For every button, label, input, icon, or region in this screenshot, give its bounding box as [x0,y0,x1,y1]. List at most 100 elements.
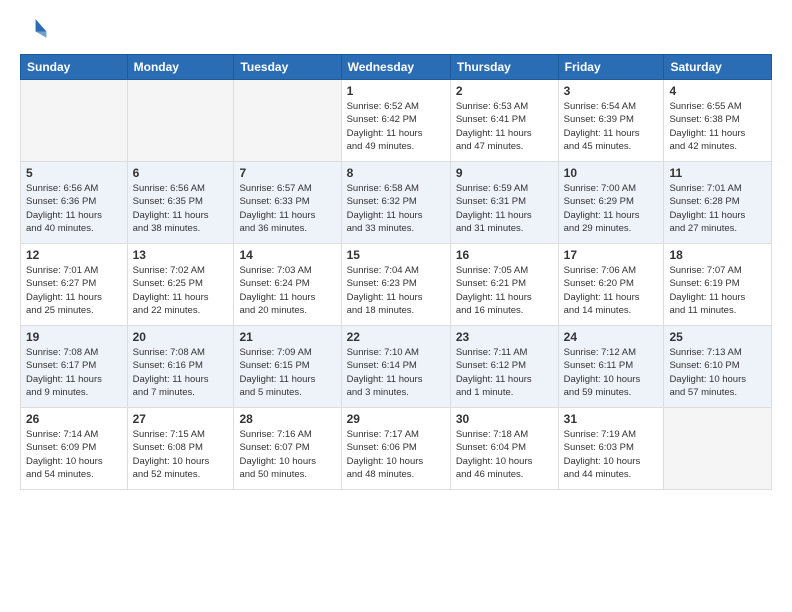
day-info: Sunrise: 7:18 AM Sunset: 6:04 PM Dayligh… [456,428,553,481]
day-info: Sunrise: 6:57 AM Sunset: 6:33 PM Dayligh… [239,182,335,235]
date-number: 3 [564,84,659,98]
calendar-cell: 7 Sunrise: 6:57 AM Sunset: 6:33 PM Daylig… [234,162,341,244]
date-number: 20 [133,330,229,344]
date-number: 6 [133,166,229,180]
calendar-week-2: 5Sunrise: 6:56 AM Sunset: 6:36 PM Daylig… [21,162,772,244]
date-number: 13 [133,248,229,262]
calendar-cell: 29Sunrise: 7:17 AM Sunset: 6:06 PM Dayli… [341,408,450,490]
calendar-cell: 9Sunrise: 6:59 AM Sunset: 6:31 PM Daylig… [450,162,558,244]
date-number: 22 [347,330,445,344]
calendar-cell: 14 Sunrise: 7:03 AM Sunset: 6:24 PM Dayli… [234,244,341,326]
weekday-header-row: SundayMondayTuesdayWednesdayThursdayFrid… [21,55,772,80]
weekday-header-thursday: Thursday [450,55,558,80]
date-number: 15 [347,248,445,262]
day-info: Sunrise: 7:05 AM Sunset: 6:21 PM Dayligh… [456,264,553,317]
page: SundayMondayTuesdayWednesdayThursdayFrid… [0,0,792,612]
day-info: Sunrise: 7:10 AM Sunset: 6:14 PM Dayligh… [347,346,445,399]
date-number: 21 [239,330,335,344]
calendar-cell: 10 Sunrise: 7:00 AM Sunset: 6:29 PM Dayli… [558,162,664,244]
day-info: Sunrise: 7:06 AM Sunset: 6:20 PM Dayligh… [564,264,659,317]
date-number: 19 [26,330,122,344]
logo [20,16,52,44]
calendar-cell: 17 Sunrise: 7:06 AM Sunset: 6:20 PM Dayli… [558,244,664,326]
calendar-cell: 26 Sunrise: 7:14 AM Sunset: 6:09 PM Dayli… [21,408,128,490]
calendar-cell: 27 Sunrise: 7:15 AM Sunset: 6:08 PM Dayli… [127,408,234,490]
calendar-cell: 22 Sunrise: 7:10 AM Sunset: 6:14 PM Dayli… [341,326,450,408]
calendar-cell: 1 Sunrise: 6:52 AM Sunset: 6:42 PM Daylig… [341,80,450,162]
calendar-week-4: 19 Sunrise: 7:08 AM Sunset: 6:17 PM Dayli… [21,326,772,408]
calendar-cell: 11Sunrise: 7:01 AM Sunset: 6:28 PM Dayli… [664,162,772,244]
calendar-cell: 12Sunrise: 7:01 AM Sunset: 6:27 PM Dayli… [21,244,128,326]
date-number: 27 [133,412,229,426]
date-number: 14 [239,248,335,262]
date-number: 30 [456,412,553,426]
day-info: Sunrise: 7:19 AM Sunset: 6:03 PM Dayligh… [564,428,659,481]
calendar-cell [664,408,772,490]
day-info: Sunrise: 7:01 AM Sunset: 6:27 PM Dayligh… [26,264,122,317]
weekday-header-friday: Friday [558,55,664,80]
date-number: 28 [239,412,335,426]
date-number: 18 [669,248,766,262]
day-info: Sunrise: 6:56 AM Sunset: 6:35 PM Dayligh… [133,182,229,235]
date-number: 29 [347,412,445,426]
weekday-header-tuesday: Tuesday [234,55,341,80]
day-info: Sunrise: 6:59 AM Sunset: 6:31 PM Dayligh… [456,182,553,235]
calendar-cell: 4 Sunrise: 6:55 AM Sunset: 6:38 PM Daylig… [664,80,772,162]
calendar-cell: 31Sunrise: 7:19 AM Sunset: 6:03 PM Dayli… [558,408,664,490]
calendar-cell: 2Sunrise: 6:53 AM Sunset: 6:41 PM Daylig… [450,80,558,162]
date-number: 25 [669,330,766,344]
date-number: 5 [26,166,122,180]
day-info: Sunrise: 7:08 AM Sunset: 6:16 PM Dayligh… [133,346,229,399]
weekday-header-wednesday: Wednesday [341,55,450,80]
calendar-week-5: 26 Sunrise: 7:14 AM Sunset: 6:09 PM Dayli… [21,408,772,490]
day-info: Sunrise: 7:09 AM Sunset: 6:15 PM Dayligh… [239,346,335,399]
date-number: 17 [564,248,659,262]
calendar-cell: 20 Sunrise: 7:08 AM Sunset: 6:16 PM Dayli… [127,326,234,408]
calendar-cell [234,80,341,162]
date-number: 10 [564,166,659,180]
day-info: Sunrise: 7:02 AM Sunset: 6:25 PM Dayligh… [133,264,229,317]
calendar-cell: 6 Sunrise: 6:56 AM Sunset: 6:35 PM Daylig… [127,162,234,244]
date-number: 7 [239,166,335,180]
calendar: SundayMondayTuesdayWednesdayThursdayFrid… [20,54,772,490]
calendar-cell: 18 Sunrise: 7:07 AM Sunset: 6:19 PM Dayli… [664,244,772,326]
date-number: 16 [456,248,553,262]
header [20,16,772,44]
day-info: Sunrise: 7:07 AM Sunset: 6:19 PM Dayligh… [669,264,766,317]
weekday-header-saturday: Saturday [664,55,772,80]
day-info: Sunrise: 6:55 AM Sunset: 6:38 PM Dayligh… [669,100,766,153]
calendar-cell: 21 Sunrise: 7:09 AM Sunset: 6:15 PM Dayli… [234,326,341,408]
calendar-cell: 3Sunrise: 6:54 AM Sunset: 6:39 PM Daylig… [558,80,664,162]
day-info: Sunrise: 7:16 AM Sunset: 6:07 PM Dayligh… [239,428,335,481]
date-number: 8 [347,166,445,180]
calendar-cell: 13 Sunrise: 7:02 AM Sunset: 6:25 PM Dayli… [127,244,234,326]
day-info: Sunrise: 7:00 AM Sunset: 6:29 PM Dayligh… [564,182,659,235]
weekday-header-monday: Monday [127,55,234,80]
calendar-cell: 30 Sunrise: 7:18 AM Sunset: 6:04 PM Dayli… [450,408,558,490]
calendar-cell: 5Sunrise: 6:56 AM Sunset: 6:36 PM Daylig… [21,162,128,244]
weekday-header-sunday: Sunday [21,55,128,80]
day-info: Sunrise: 7:04 AM Sunset: 6:23 PM Dayligh… [347,264,445,317]
calendar-week-1: 1 Sunrise: 6:52 AM Sunset: 6:42 PM Daylig… [21,80,772,162]
calendar-cell: 16 Sunrise: 7:05 AM Sunset: 6:21 PM Dayli… [450,244,558,326]
date-number: 11 [669,166,766,180]
calendar-cell [127,80,234,162]
day-info: Sunrise: 7:14 AM Sunset: 6:09 PM Dayligh… [26,428,122,481]
calendar-cell: 8 Sunrise: 6:58 AM Sunset: 6:32 PM Daylig… [341,162,450,244]
day-info: Sunrise: 7:13 AM Sunset: 6:10 PM Dayligh… [669,346,766,399]
calendar-cell: 19 Sunrise: 7:08 AM Sunset: 6:17 PM Dayli… [21,326,128,408]
date-number: 1 [347,84,445,98]
date-number: 24 [564,330,659,344]
day-info: Sunrise: 7:15 AM Sunset: 6:08 PM Dayligh… [133,428,229,481]
calendar-cell: 28 Sunrise: 7:16 AM Sunset: 6:07 PM Dayli… [234,408,341,490]
day-info: Sunrise: 7:11 AM Sunset: 6:12 PM Dayligh… [456,346,553,399]
day-info: Sunrise: 7:08 AM Sunset: 6:17 PM Dayligh… [26,346,122,399]
calendar-week-3: 12Sunrise: 7:01 AM Sunset: 6:27 PM Dayli… [21,244,772,326]
day-info: Sunrise: 6:58 AM Sunset: 6:32 PM Dayligh… [347,182,445,235]
day-info: Sunrise: 7:12 AM Sunset: 6:11 PM Dayligh… [564,346,659,399]
day-info: Sunrise: 6:52 AM Sunset: 6:42 PM Dayligh… [347,100,445,153]
date-number: 23 [456,330,553,344]
day-info: Sunrise: 7:03 AM Sunset: 6:24 PM Dayligh… [239,264,335,317]
date-number: 4 [669,84,766,98]
date-number: 26 [26,412,122,426]
